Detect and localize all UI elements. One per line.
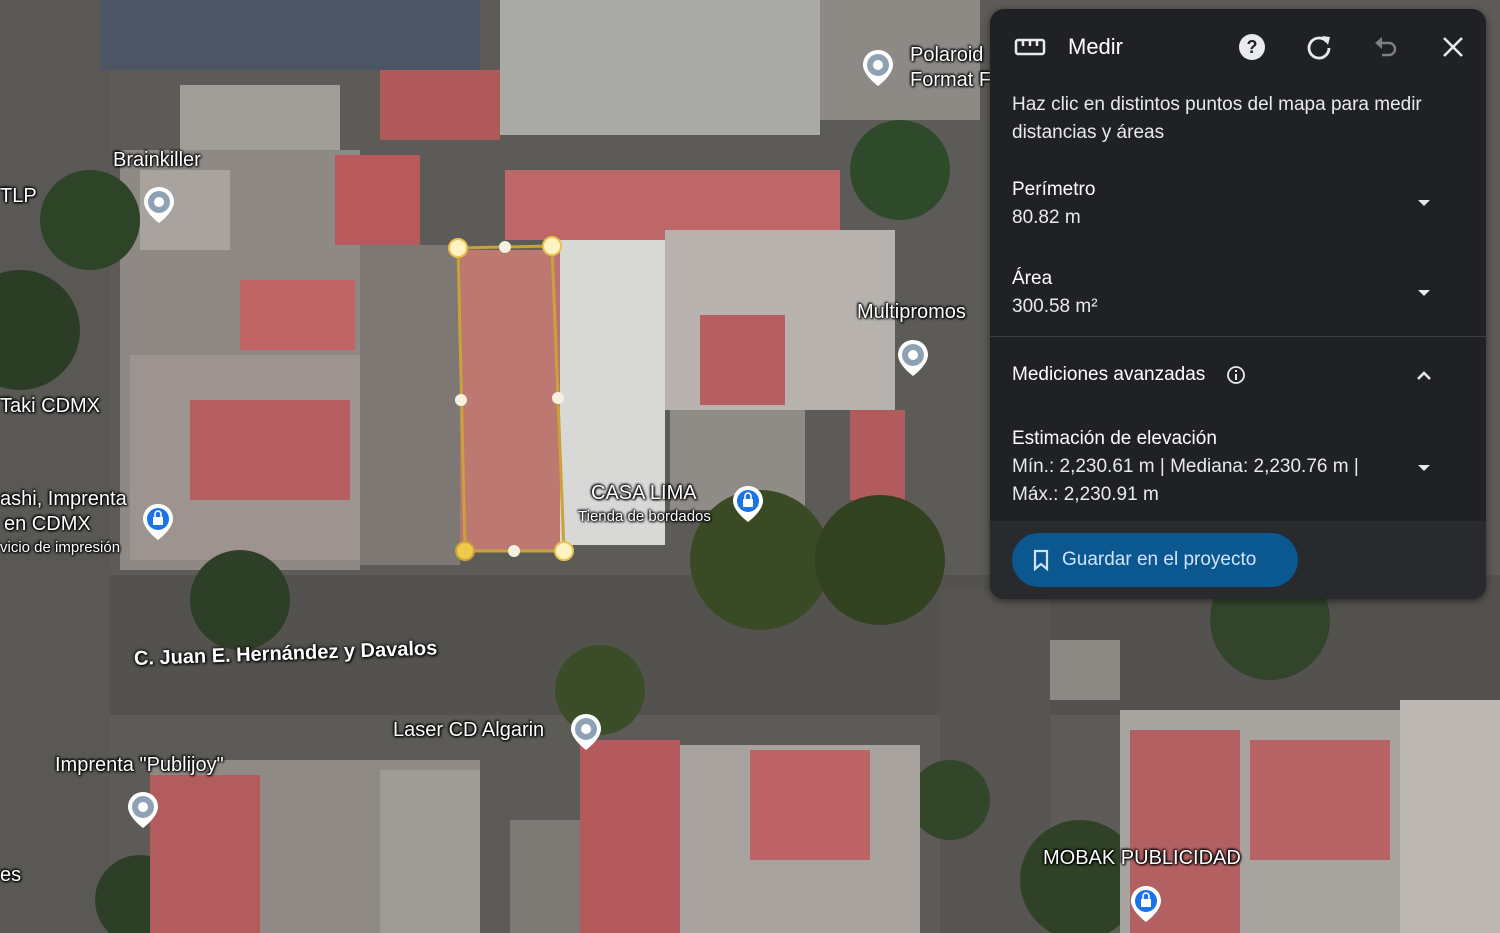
map-label-taki[interactable]: Taki CDMX [0, 394, 100, 418]
panel-footer: Guardar en el proyecto [990, 521, 1486, 599]
help-icon: ? [1239, 34, 1265, 60]
panel-title: Medir [1068, 34, 1124, 59]
refresh-icon [1307, 36, 1331, 60]
measure-panel: Medir ? Haz clic en distintos puntos del… [990, 9, 1486, 599]
refresh-button[interactable] [1299, 27, 1339, 67]
undo-button[interactable] [1366, 27, 1406, 67]
elevation-line1: Mín.: 2,230.61 m | Mediana: 2,230.76 m | [1012, 456, 1359, 477]
chevron-down-icon[interactable] [1412, 191, 1436, 215]
place-pin-icon[interactable] [860, 48, 896, 88]
perimeter-value: 80.82 m [1012, 207, 1081, 228]
save-button-label: Guardar en el proyecto [1062, 549, 1257, 570]
map-label-polaroid[interactable]: Polaroid [910, 43, 983, 67]
shopping-bag-pin-icon[interactable] [730, 484, 766, 524]
map-label-tlp[interactable]: TLP [0, 184, 37, 208]
elevation-label: Estimación de elevación [1012, 428, 1217, 449]
map-label-laser[interactable]: Laser CD Algarin [393, 718, 544, 742]
map-label-es[interactable]: es [0, 863, 21, 887]
place-pin-icon[interactable] [568, 712, 604, 752]
map-label-ashi-3[interactable]: vicio de impresión [0, 539, 120, 557]
chevron-down-icon[interactable] [1412, 456, 1436, 480]
panel-header: Medir ? [990, 9, 1486, 87]
map-label-casa-lima-sub: Tienda de bordados [578, 508, 711, 525]
map-label-ashi-2[interactable]: en CDMX [4, 512, 91, 536]
chevron-up-icon[interactable] [1412, 364, 1436, 388]
map-label-ashi[interactable]: ashi, Imprenta [0, 487, 127, 511]
svg-text:?: ? [1247, 37, 1258, 57]
map-label-multipromos[interactable]: Multipromos [857, 300, 966, 324]
area-value: 300.58 m² [1012, 296, 1098, 317]
map-label-mobak[interactable]: MOBAK PUBLICIDAD [1043, 846, 1241, 870]
shopping-bag-pin-icon[interactable] [140, 502, 176, 542]
perimeter-label: Perímetro [1012, 179, 1096, 200]
undo-icon [1375, 37, 1397, 57]
bookmark-icon [1033, 549, 1049, 571]
map-label-casa-lima[interactable]: CASA LIMA [591, 481, 697, 505]
info-icon[interactable] [1226, 365, 1246, 385]
divider [990, 336, 1486, 337]
instructions-text: Haz clic en distintos puntos del mapa pa… [1012, 94, 1422, 143]
place-pin-icon[interactable] [141, 185, 177, 225]
area-label: Área [1012, 268, 1053, 289]
advanced-label: Mediciones avanzadas [1012, 364, 1206, 385]
map-label-brainkiller[interactable]: Brainkiller [113, 148, 201, 172]
close-icon [1443, 37, 1463, 57]
place-pin-icon[interactable] [895, 338, 931, 378]
measurement-polygon[interactable] [448, 236, 574, 561]
shopping-bag-pin-icon[interactable] [1128, 884, 1164, 924]
map-label-polaroid-2[interactable]: Format F [910, 68, 991, 92]
ruler-icon [1014, 38, 1046, 56]
help-button[interactable]: ? [1232, 27, 1272, 67]
save-to-project-button[interactable]: Guardar en el proyecto [1012, 533, 1298, 587]
map-label-publijoy[interactable]: Imprenta "Publijoy" [55, 753, 224, 777]
chevron-down-icon[interactable] [1412, 281, 1436, 305]
close-button[interactable] [1433, 27, 1473, 67]
elevation-line2: Máx.: 2,230.91 m [1012, 484, 1159, 505]
place-pin-icon[interactable] [125, 790, 161, 830]
